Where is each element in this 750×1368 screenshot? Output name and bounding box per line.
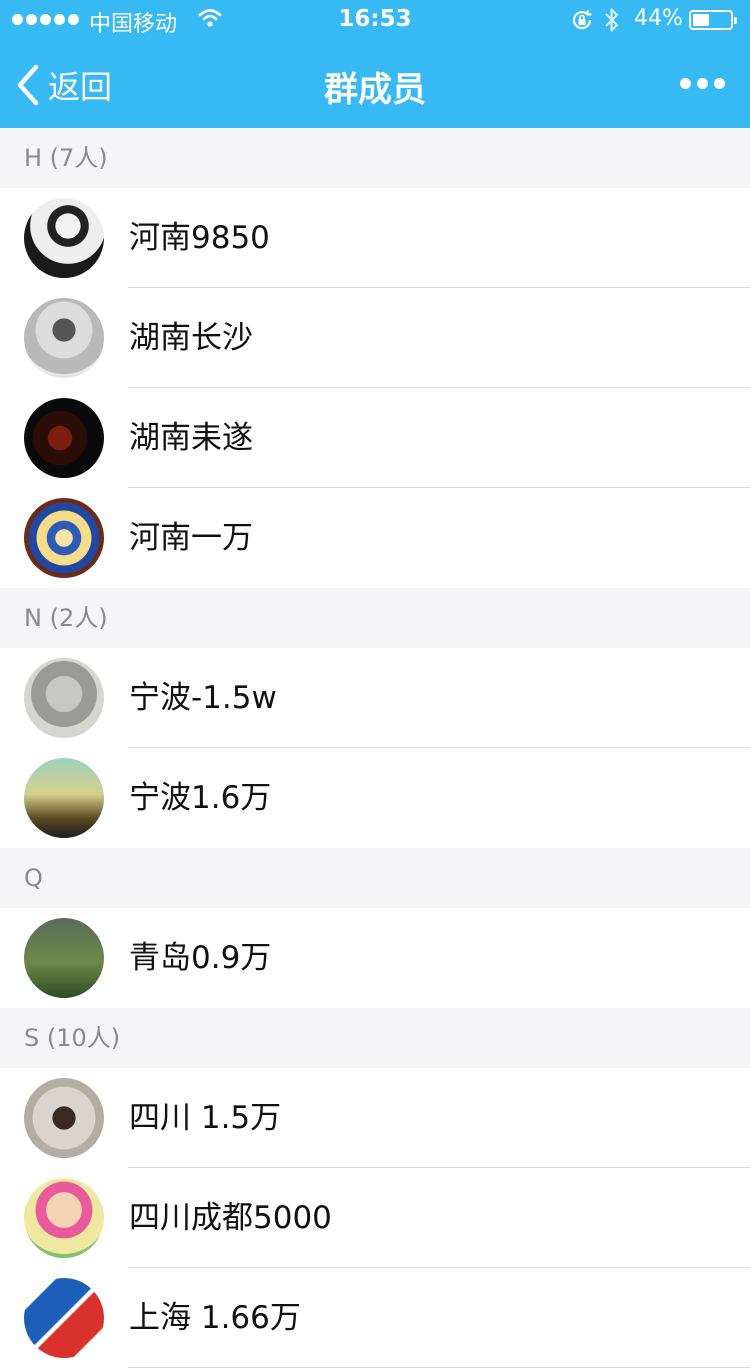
header-bar: 中国移动 16:53 44% 返回 群成员 <box>0 0 750 128</box>
member-name: 四川 1.5万 <box>129 1100 282 1136</box>
status-bar: 中国移动 16:53 44% <box>0 0 750 40</box>
avatar <box>24 1178 104 1258</box>
section-header: S (10人) <box>0 1008 750 1068</box>
member-name: 宁波-1.5w <box>129 680 277 716</box>
member-name: 宁波1.6万 <box>129 780 272 816</box>
member-name: 四川成都5000 <box>129 1200 332 1236</box>
member-name: 青岛0.9万 <box>129 940 272 976</box>
page-title: 群成员 <box>324 70 426 110</box>
member-name: 上海 1.66万 <box>129 1300 301 1336</box>
member-row[interactable]: 四川成都5000 <box>0 1168 750 1268</box>
more-dots-icon[interactable] <box>680 78 725 89</box>
avatar <box>24 198 104 278</box>
member-row[interactable]: 河南一万 <box>0 488 750 588</box>
section-header: N (2人) <box>0 588 750 648</box>
member-name: 河南一万 <box>129 520 253 556</box>
avatar <box>24 398 104 478</box>
avatar <box>24 1078 104 1158</box>
member-row[interactable]: 湖南长沙 <box>0 288 750 388</box>
member-row[interactable]: 四川 1.5万 <box>0 1068 750 1168</box>
member-row[interactable]: 宁波-1.5w <box>0 648 750 748</box>
member-row[interactable]: 上海 1.66万 <box>0 1268 750 1368</box>
battery-percentage: 44% <box>634 6 683 31</box>
member-row[interactable]: 青岛0.9万 <box>0 908 750 1008</box>
avatar <box>24 298 104 378</box>
member-row[interactable]: 湖南耒遂 <box>0 388 750 488</box>
member-name: 湖南耒遂 <box>129 420 253 456</box>
section-header: Q <box>0 848 750 908</box>
battery-icon <box>689 10 737 30</box>
rotation-lock-icon <box>572 10 592 30</box>
member-row[interactable]: 河南9850 <box>0 188 750 288</box>
avatar <box>24 1278 104 1358</box>
avatar <box>24 758 104 838</box>
avatar <box>24 658 104 738</box>
member-name: 湖南长沙 <box>129 320 253 356</box>
avatar <box>24 498 104 578</box>
section-header: H (7人) <box>0 128 750 188</box>
member-name: 河南9850 <box>129 220 270 256</box>
member-row[interactable]: 宁波1.6万 <box>0 748 750 848</box>
bluetooth-icon <box>605 8 619 32</box>
nav-bar: 返回 群成员 <box>0 40 750 128</box>
avatar <box>24 918 104 998</box>
